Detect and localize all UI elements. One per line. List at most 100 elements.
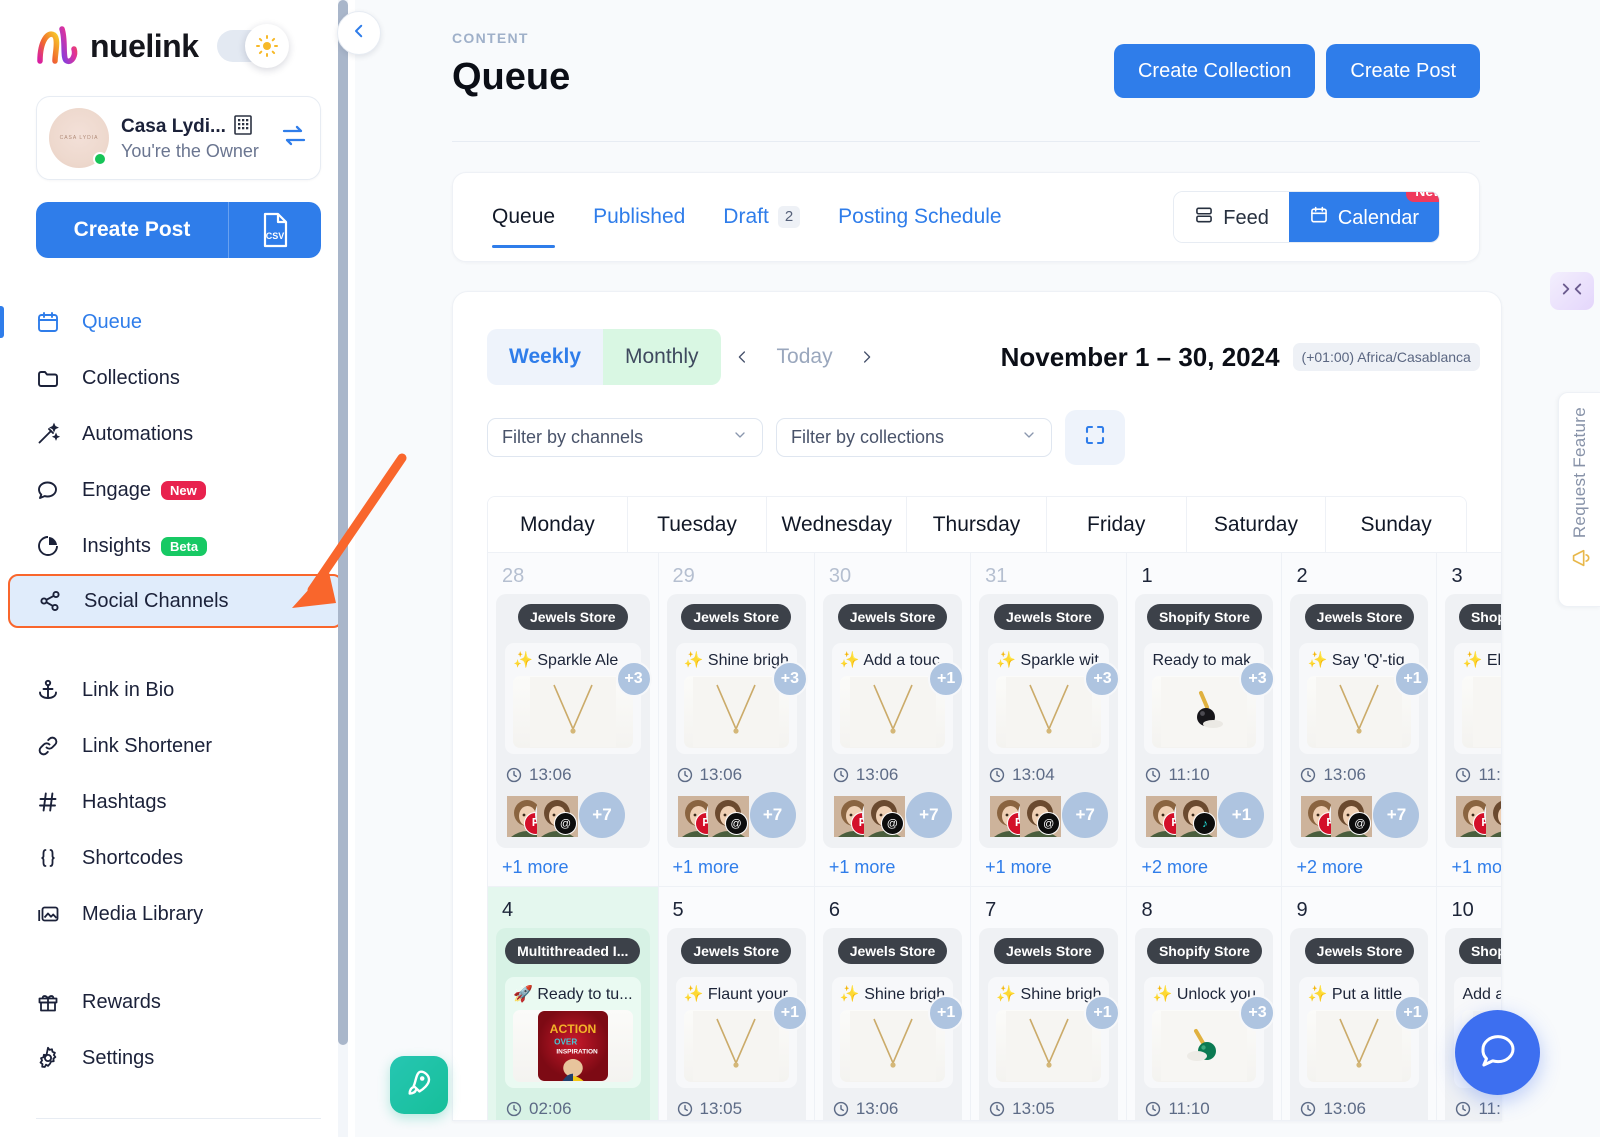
sidebar-item-engage[interactable]: Engage New [0,462,355,518]
tab-published[interactable]: Published [593,172,685,262]
create-post-button[interactable]: Create Post [1326,44,1480,98]
sidebar-scrollbar[interactable] [338,0,348,1137]
sidebar-item-settings[interactable]: Settings [0,1030,355,1086]
post-card[interactable]: Jewels Store ✨ Shine brigh +1 13:06 [822,927,965,1120]
csv-file-icon[interactable]: CSV [229,212,321,248]
theme-toggle[interactable] [216,24,289,68]
chat-support-button[interactable] [1455,1010,1540,1095]
channel-avatar[interactable]: ♪ [1174,794,1218,838]
sidebar-item-shortcodes[interactable]: Shortcodes [0,830,355,886]
panel-collapse-tab[interactable] [1550,272,1594,310]
switch-workspace-icon[interactable] [280,123,308,154]
today-button[interactable]: Today [765,345,845,369]
sidebar-item-social-channels[interactable]: Social Channels [8,574,343,628]
more-channels-badge[interactable]: +7 [1373,791,1420,838]
calendar-day-cell[interactable]: 30 Jewels Store ✨ Add a touc +1 13:06 𝐏 @… [814,552,972,886]
calendar-day-cell[interactable]: 8 Shopify Store ✨ Unlock you +3 11:10 [1127,885,1283,1120]
extra-posts-badge: +3 [1084,661,1121,697]
filter-channels-select[interactable]: Filter by channels [487,418,763,457]
view-mode-weekly[interactable]: Weekly [487,329,603,385]
calendar-day-cell[interactable]: 4 Multithreaded I... 🚀 Ready to tu... AC… [488,885,659,1120]
more-channels-badge[interactable]: +7 [579,791,625,838]
sidebar-item-hashtags[interactable]: Hashtags [0,774,355,830]
tab-draft[interactable]: Draft 2 [723,172,801,262]
channel-avatar[interactable]: @ [535,794,578,838]
post-card[interactable]: Shopify Store ✨ Elevate you +3 11:10 𝐏♪+… [1445,594,1501,848]
calendar-day-cell[interactable]: 1 Shopify Store Ready to mak. +3 11:10 𝐏… [1127,552,1283,886]
sidebar-scrollbar-thumb[interactable] [338,0,348,1045]
calendar-day-cell[interactable]: 6 Jewels Store ✨ Shine brigh +1 13:06 [814,885,972,1120]
post-card[interactable]: Jewels Store ✨ Put a little +1 13:06 [1290,927,1431,1120]
post-time-label: 02:06 [529,1098,572,1118]
online-status-dot [93,152,107,166]
sidebar-item-label: Queue [82,310,143,333]
extra-posts-badge: +3 [771,661,808,697]
more-posts-link[interactable]: +2 more [1135,848,1273,886]
calendar-day-cell[interactable]: 5 Jewels Store ✨ Flaunt your +1 13:05 [658,885,815,1120]
calendar-toolbar: Weekly Monthly Today November 1 – 30, 20… [453,292,1501,385]
more-channels-badge[interactable]: +1 [1218,791,1265,838]
more-posts-link[interactable]: +1 more [1445,848,1501,886]
sidebar-item-media-library[interactable]: Media Library [0,886,355,942]
rocket-icon [403,1067,435,1104]
sidebar-collapse-button[interactable] [337,11,381,55]
gift-icon [36,990,66,1014]
calendar-day-cell[interactable]: 3 Shopify Store ✨ Elevate you +3 11:10 𝐏… [1437,552,1501,886]
sidebar-item-rewards[interactable]: Rewards [0,974,355,1030]
sidebar-item-queue[interactable]: Queue [0,294,355,350]
post-card[interactable]: Multithreaded I... 🚀 Ready to tu... ACTI… [496,927,650,1120]
view-toggle-feed[interactable]: Feed [1174,192,1289,242]
fullscreen-button[interactable] [1065,410,1125,465]
calendar-day-cell[interactable]: 28 Jewels Store ✨ Sparkle Ale +3 13:06 𝐏… [488,552,659,886]
channel-avatar[interactable]: ♪ [1484,794,1501,838]
channel-avatar[interactable]: @ [861,794,905,838]
view-mode-monthly[interactable]: Monthly [603,329,721,385]
sidebar-create-post-button[interactable]: Create Post CSV [36,202,321,258]
building-icon [234,114,252,140]
request-feature-tab[interactable]: Request Feature [1558,392,1600,607]
more-posts-link[interactable]: +2 more [1290,848,1428,886]
post-card[interactable]: Jewels Store ✨ Add a touc +1 13:06 𝐏 @ +7 [822,594,965,848]
calendar-day-cells: 28 Jewels Store ✨ Sparkle Ale +3 13:06 𝐏… [487,552,1501,1120]
post-card[interactable]: Shopify Store ✨ Unlock you +3 11:10 [1135,927,1276,1120]
post-card[interactable]: Jewels Store ✨ Shine brigh +3 13:06 𝐏 @ +7 [666,594,808,848]
calendar-day-cell[interactable]: 7 Jewels Store ✨ Shine brigh +1 13:05 [971,885,1128,1120]
post-time: 13:06 [832,765,953,785]
channel-avatar[interactable]: @ [1329,794,1373,838]
more-channels-badge[interactable]: +7 [905,791,952,838]
calendar-day-cell[interactable]: 2 Jewels Store ✨ Say 'Q'-tiq +1 13:06 𝐏 @… [1282,552,1438,886]
sidebar-item-collections[interactable]: Collections [0,350,355,406]
sidebar-item-automations[interactable]: Automations [0,406,355,462]
filter-collections-select[interactable]: Filter by collections [776,418,1052,457]
prev-period-button[interactable] [721,329,765,385]
sidebar-item-label: Insights [82,534,151,557]
workspace-card[interactable]: CASA LYDIA Casa Lydi... You're the Owner [36,96,321,180]
post-card[interactable]: Jewels Store ✨ Shine brigh +1 13:05 [979,927,1121,1120]
sidebar-item-label: Settings [82,1046,155,1069]
more-channels-badge[interactable]: +7 [749,791,796,838]
view-toggle: Feed Calendar New [1173,191,1440,243]
tab-posting-schedule[interactable]: Posting Schedule [838,172,1001,262]
post-card[interactable]: Jewels Store ✨ Sparkle Ale +3 13:06 𝐏 @ +7 [496,594,652,848]
channel-avatar[interactable]: @ [705,794,749,838]
post-card[interactable]: Shopify Store Ready to mak. +3 11:10 𝐏 ♪ +… [1135,594,1276,848]
sidebar-item-insights[interactable]: Insights Beta [0,518,355,574]
more-posts-link[interactable]: +1 more [979,848,1118,886]
tab-queue[interactable]: Queue [492,172,556,262]
calendar-day-cell[interactable]: 31 Jewels Store ✨ Sparkle wit +3 13:04 𝐏… [971,552,1128,886]
sidebar-item-link-in-bio[interactable]: Link in Bio [0,662,355,718]
create-collection-button[interactable]: Create Collection [1113,44,1316,98]
more-channels-badge[interactable]: +7 [1062,791,1109,838]
more-posts-link[interactable]: +1 more [823,848,962,886]
post-card[interactable]: Jewels Store ✨ Say 'Q'-tiq +1 13:06 𝐏 @ +7 [1290,594,1431,848]
calendar-day-cell[interactable]: 29 Jewels Store ✨ Shine brigh +3 13:06 𝐏… [658,552,815,886]
more-posts-link[interactable]: +1 more [496,848,650,886]
post-card[interactable]: Jewels Store ✨ Sparkle wit +3 13:04 𝐏 @ +7 [979,594,1121,848]
post-card[interactable]: Jewels Store ✨ Flaunt your +1 13:05 [666,927,808,1120]
calendar-day-cell[interactable]: 9 Jewels Store ✨ Put a little +1 13:06 [1282,885,1438,1120]
channel-avatar[interactable]: @ [1018,794,1062,838]
rocket-onboarding-button[interactable] [390,1056,448,1114]
sidebar-item-link-shortener[interactable]: Link Shortener [0,718,355,774]
next-period-button[interactable] [845,329,889,385]
more-posts-link[interactable]: +1 more [667,848,806,886]
